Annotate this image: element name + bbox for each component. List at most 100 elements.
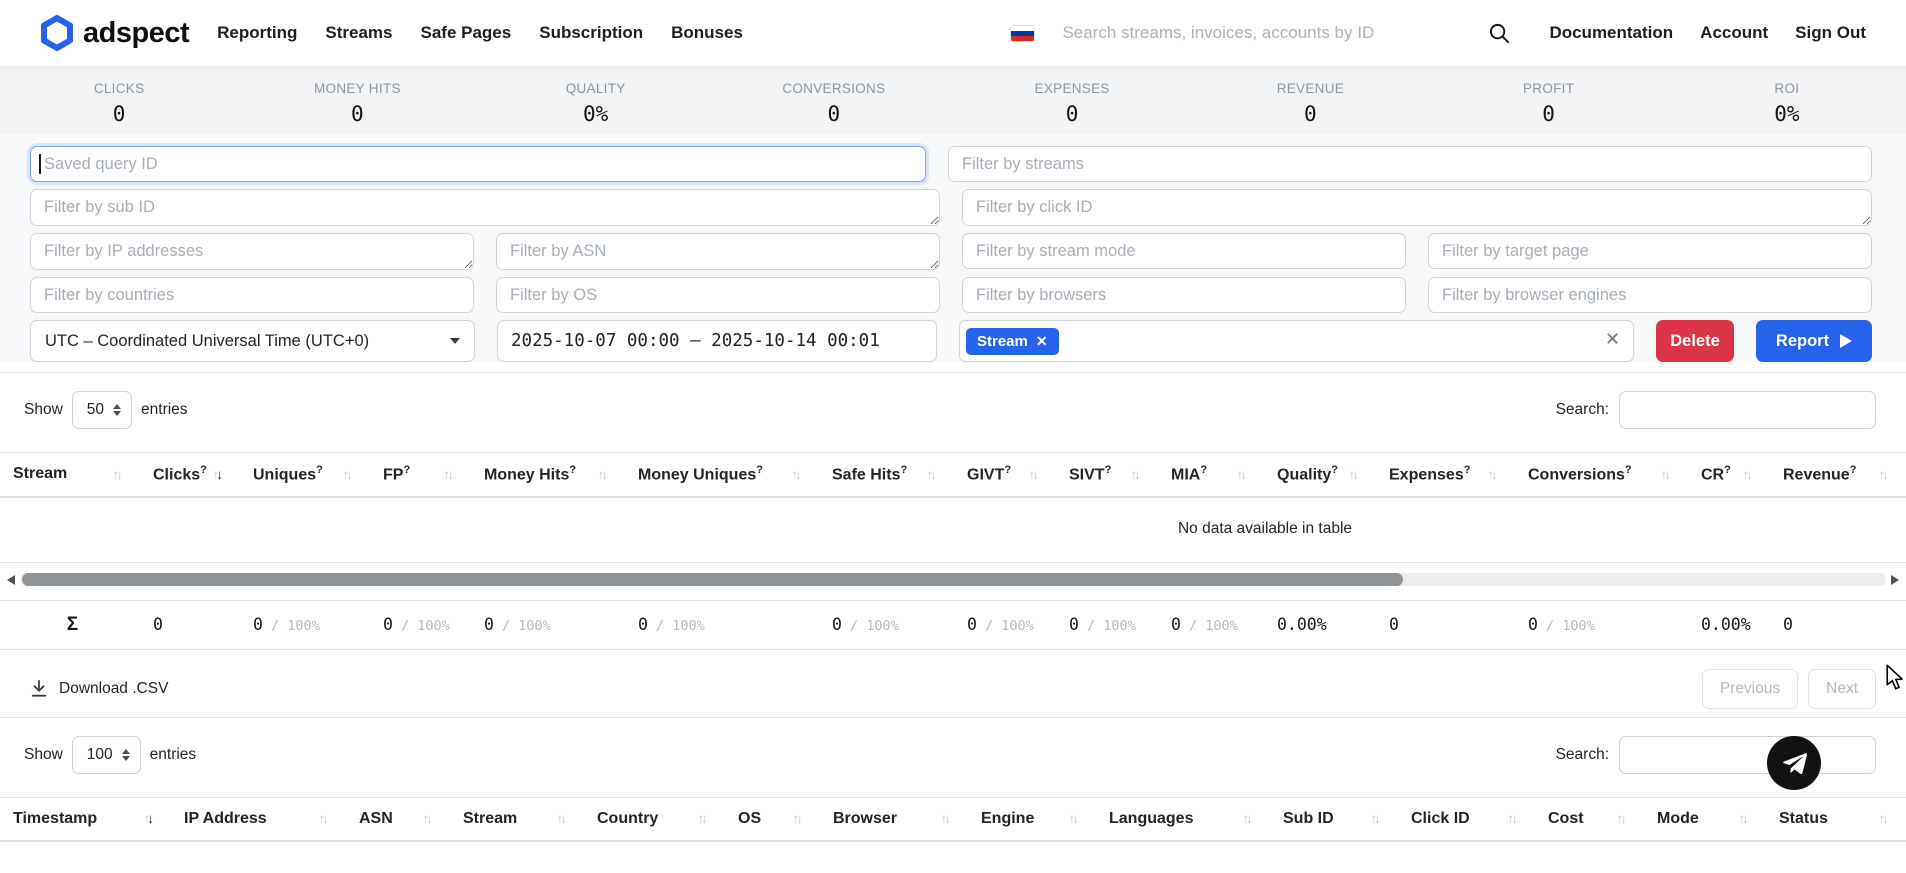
column-header-os[interactable]: OS↑↓ (725, 797, 820, 841)
stat-value: 0% (1668, 102, 1906, 126)
column-header-quality[interactable]: Quality?↑↓ (1264, 453, 1376, 497)
click-id-filter-textarea[interactable] (962, 189, 1872, 226)
nav-link-streams[interactable]: Streams (325, 23, 392, 43)
column-header-cost[interactable]: Cost↑↓ (1535, 797, 1644, 841)
column-header-click-id[interactable]: Click ID↑↓ (1398, 797, 1535, 841)
nav-link-documentation[interactable]: Documentation (1549, 23, 1673, 43)
previous-button[interactable]: Previous (1702, 669, 1798, 709)
sort-down-arrow-icon: ↓ (796, 811, 803, 826)
column-header-sub-id[interactable]: Sub ID↑↓ (1270, 797, 1398, 841)
header-cell: Timestamp↑↓ (13, 810, 154, 828)
clicks-table-search-input[interactable] (1619, 736, 1876, 774)
column-header-fp[interactable]: FP?↑↓ (370, 453, 471, 497)
nav-link-sign-out[interactable]: Sign Out (1795, 23, 1866, 43)
nav-link-safe-pages[interactable]: Safe Pages (421, 23, 512, 43)
column-header-givt[interactable]: GIVT?↑↓ (954, 453, 1056, 497)
column-label: Revenue? (1783, 464, 1856, 484)
navbar-search-input[interactable] (1062, 23, 1462, 43)
scroll-right-arrow-icon[interactable] (1891, 575, 1904, 585)
column-header-stream[interactable]: Stream↑↓ (0, 453, 140, 497)
column-header-money-uniques[interactable]: Money Uniques?↑↓ (625, 453, 819, 497)
clear-tags-icon[interactable]: ✕ (1605, 329, 1620, 350)
sort-icon: ↑↓ (423, 811, 434, 826)
show-label-2: Show (24, 746, 63, 764)
asn-filter-textarea[interactable] (496, 233, 940, 270)
column-header-timestamp[interactable]: Timestamp↑↓ (0, 797, 171, 841)
next-button[interactable]: Next (1808, 669, 1876, 709)
telegram-button[interactable] (1767, 736, 1821, 790)
column-header-money-hits[interactable]: Money Hits?↑↓ (471, 453, 625, 497)
help-icon: ? (569, 464, 576, 476)
target-page-filter-input[interactable] (1428, 233, 1872, 269)
summary-cell: 0/ 100% (1056, 600, 1158, 649)
column-header-cr[interactable]: CR?↑↓ (1688, 453, 1770, 497)
column-header-languages[interactable]: Languages↑↓ (1096, 797, 1270, 841)
column-header-conversions[interactable]: Conversions?↑↓ (1515, 453, 1688, 497)
group-by-field[interactable]: Stream ✕ ✕ (959, 320, 1634, 362)
stats-bar: CLICKS0MONEY HITS0QUALITY0%CONVERSIONS0E… (0, 67, 1906, 134)
header-cell: IP Address↑↓ (184, 810, 329, 828)
column-header-stream[interactable]: Stream↑↓ (450, 797, 584, 841)
column-header-ip-address[interactable]: IP Address↑↓ (171, 797, 346, 841)
column-header-asn[interactable]: ASN↑↓ (346, 797, 450, 841)
play-icon (1840, 334, 1852, 348)
timezone-select[interactable]: UTC – Coordinated Universal Time (UTC+0) (30, 320, 475, 362)
table-footer: Download .CSV Previous Next (0, 650, 1906, 709)
download-icon (30, 679, 48, 698)
column-header-mia[interactable]: MIA?↑↓ (1158, 453, 1264, 497)
language-flag-icon[interactable] (1011, 26, 1034, 41)
stream-tag-label: Stream (977, 333, 1028, 350)
os-filter-input[interactable] (496, 277, 940, 313)
stat-label: ROI (1668, 82, 1906, 96)
report-button[interactable]: Report (1756, 320, 1872, 362)
page-size-select[interactable]: 50 (72, 391, 132, 429)
column-header-clicks[interactable]: Clicks?↑↓ (140, 453, 240, 497)
header-cell: Safe Hits?↑↓ (832, 464, 937, 484)
delete-button[interactable]: Delete (1656, 320, 1734, 362)
brand[interactable]: adspect (40, 15, 189, 51)
streams-filter-input[interactable] (948, 146, 1872, 182)
column-header-safe-hits[interactable]: Safe Hits?↑↓ (819, 453, 954, 497)
column-header-browser[interactable]: Browser↑↓ (820, 797, 968, 841)
sub-id-filter-textarea[interactable] (30, 189, 940, 226)
column-header-expenses[interactable]: Expenses?↑↓ (1376, 453, 1515, 497)
column-header-status[interactable]: Status↑↓ (1766, 797, 1906, 841)
results-table-search-input[interactable] (1619, 391, 1876, 429)
download-csv-button[interactable]: Download .CSV (30, 679, 168, 698)
header-cell: Status↑↓ (1779, 810, 1889, 828)
saved-query-input[interactable] (30, 146, 926, 182)
remove-tag-icon[interactable]: ✕ (1036, 333, 1048, 350)
stream-mode-filter-input[interactable] (962, 233, 1406, 269)
page-size-select-2[interactable]: 100 (72, 736, 141, 774)
summary-cell: 0.00% (1688, 600, 1770, 649)
column-header-mode[interactable]: Mode↑↓ (1644, 797, 1766, 841)
summary-ratio: / 100% (1546, 618, 1595, 634)
column-header-revenue[interactable]: Revenue?↑↓ (1770, 453, 1906, 497)
browsers-filter-input[interactable] (962, 277, 1406, 313)
column-header-engine[interactable]: Engine↑↓ (968, 797, 1096, 841)
search-button[interactable] (1488, 22, 1511, 45)
ip-filter-textarea[interactable] (30, 233, 474, 270)
stream-tag[interactable]: Stream ✕ (966, 328, 1059, 355)
clicks-table: Timestamp↑↓IP Address↑↓ASN↑↓Stream↑↓Coun… (0, 797, 1906, 843)
scroll-left-arrow-icon[interactable] (2, 575, 15, 585)
date-range-input[interactable] (497, 320, 937, 362)
results-table-controls: Show 50 entries Search: (0, 373, 1906, 429)
column-header-uniques[interactable]: Uniques?↑↓ (240, 453, 370, 497)
header-cell: Stream↑↓ (13, 465, 123, 483)
countries-filter-input[interactable] (30, 277, 474, 313)
column-header-country[interactable]: Country↑↓ (584, 797, 725, 841)
nav-link-account[interactable]: Account (1700, 23, 1768, 43)
header-cell: ASN↑↓ (359, 810, 433, 828)
column-label: Timestamp (13, 810, 97, 828)
summary-cell: 0/ 100% (819, 600, 954, 649)
results-table: Stream↑↓ Clicks?↑↓Uniques?↑↓FP?↑↓Money Hi… (0, 452, 1906, 563)
browser-engines-filter-input[interactable] (1428, 277, 1872, 313)
nav-link-subscription[interactable]: Subscription (539, 23, 643, 43)
column-header-sivt[interactable]: SIVT?↑↓ (1056, 453, 1158, 497)
nav-link-bonuses[interactable]: Bonuses (671, 23, 743, 43)
scrollbar-track[interactable] (20, 573, 1886, 586)
stat-revenue: REVENUE0 (1191, 82, 1429, 134)
scrollbar-thumb[interactable] (22, 573, 1403, 586)
nav-link-reporting[interactable]: Reporting (217, 23, 297, 43)
